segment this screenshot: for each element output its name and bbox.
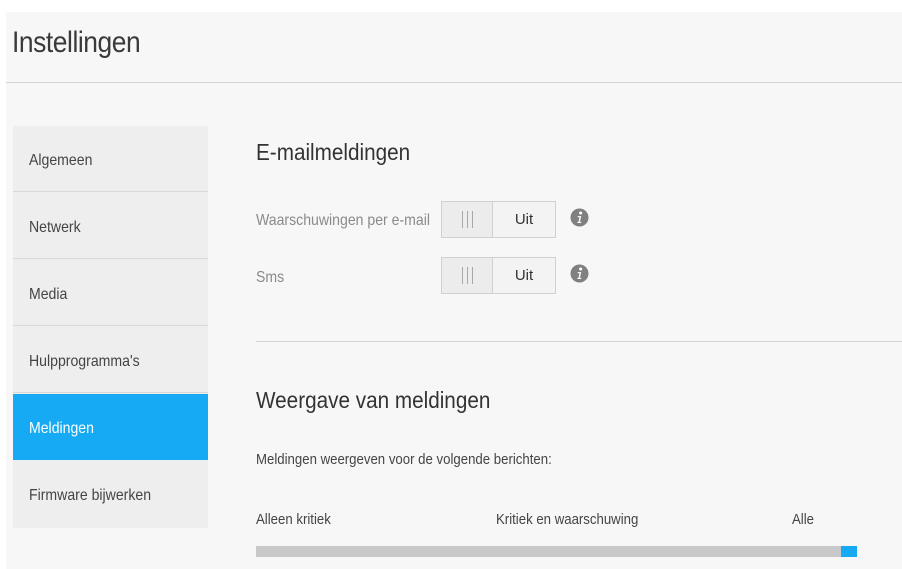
grip-line xyxy=(467,211,468,228)
sidebar-item-label: Media xyxy=(29,286,68,303)
slider-label-critical-only: Alleen kritiek xyxy=(256,511,331,528)
title-divider xyxy=(6,82,902,83)
sidebar-item-meldingen[interactable]: Meldingen xyxy=(13,394,208,460)
toggle-handle[interactable] xyxy=(442,202,493,237)
email-warnings-toggle[interactable]: Uit xyxy=(441,201,556,238)
toggle-state-label: Uit xyxy=(514,267,534,284)
slider-label-critical-and-warning: Kritiek en waarschuwing xyxy=(496,511,639,528)
grip-line xyxy=(462,267,463,284)
sidebar-item-hulpprogrammas[interactable]: Hulpprogramma's xyxy=(13,327,208,393)
sidebar-item-label: Hulpprogramma's xyxy=(29,353,140,370)
sidebar-item-label: Algemeen xyxy=(29,152,93,169)
settings-sidebar: Algemeen Netwerk Media Hulpprogramma's M… xyxy=(13,126,208,528)
sms-toggle[interactable]: Uit xyxy=(441,257,556,294)
sidebar-item-algemeen[interactable]: Algemeen xyxy=(13,126,208,192)
sidebar-item-label: Firmware bijwerken xyxy=(29,487,152,504)
sidebar-item-media[interactable]: Media xyxy=(13,260,208,326)
info-icon[interactable] xyxy=(570,264,589,283)
slider-label-all: Alle xyxy=(792,511,815,528)
sidebar-item-label: Netwerk xyxy=(29,219,81,236)
notification-display-description: Meldingen weergeven voor de volgende ber… xyxy=(256,451,552,468)
grip-line xyxy=(467,267,468,284)
toggle-handle[interactable] xyxy=(442,258,493,293)
sidebar-item-label: Meldingen xyxy=(29,420,94,437)
grip-line xyxy=(472,211,473,228)
section-divider xyxy=(256,341,902,342)
slider-thumb[interactable] xyxy=(841,546,857,557)
grip-line xyxy=(462,211,463,228)
settings-page: Instellingen Algemeen Netwerk Media Hulp… xyxy=(0,0,902,569)
notification-level-slider[interactable] xyxy=(256,546,857,557)
sidebar-item-firmware-bijwerken[interactable]: Firmware bijwerken xyxy=(13,461,208,527)
info-icon[interactable] xyxy=(570,208,589,227)
sms-label: Sms xyxy=(256,269,285,286)
notification-display-heading: Weergave van meldingen xyxy=(256,387,491,413)
email-warnings-label: Waarschuwingen per e-mail xyxy=(256,212,430,229)
email-notifications-heading: E-mailmeldingen xyxy=(256,139,411,165)
page-title: Instellingen xyxy=(12,26,141,59)
sidebar-item-netwerk[interactable]: Netwerk xyxy=(13,193,208,259)
grip-line xyxy=(472,267,473,284)
toggle-state-label: Uit xyxy=(514,211,534,228)
